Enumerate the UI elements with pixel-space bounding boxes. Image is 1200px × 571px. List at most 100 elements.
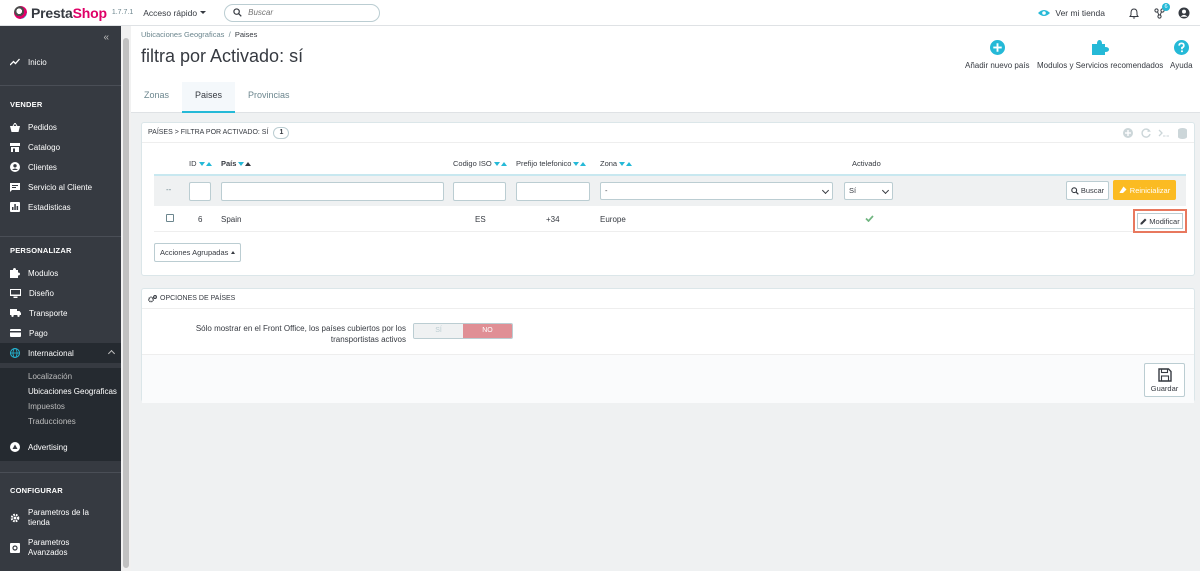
add-icon[interactable] [1122,127,1134,139]
view-store-label: Ver mi tienda [1055,8,1105,18]
globe-icon [10,348,20,358]
orders-notifications-button[interactable]: 6 [1151,3,1170,21]
employee-account-button[interactable] [1176,5,1192,21]
quick-access-label: Acceso rápido [143,7,198,18]
sidebar-item-label: Pago [29,328,48,338]
recommended-modules-button[interactable]: Modulos y Servicios recomendados [1037,40,1163,70]
add-country-button[interactable]: Añadir nuevo país [965,40,1030,70]
sidebar-item-parametros-tienda[interactable]: Parametros de la tienda [0,507,121,529]
breadcrumb-parent[interactable]: Ubicaciones Geograficas [141,30,224,39]
country-options-panel: OPCIONES DE PAÍSES Sólo mostrar en el Fr… [141,288,1195,403]
bulk-actions-button[interactable]: Acciones Agrupadas [154,243,242,262]
chevron-down-icon [821,186,830,195]
sidebar-item-estadisticas[interactable]: Estadisticas [0,197,121,217]
add-circle-icon [989,40,1005,55]
filter-prefix-input[interactable] [516,182,590,201]
quick-access-dropdown[interactable]: Acceso rápido [143,7,207,18]
sidebar-item-transporte[interactable]: Transporte [0,303,121,323]
sidebar-item-advertising[interactable]: Advertising [0,437,121,457]
sidebar-item-modulos[interactable]: Modulos [0,263,121,283]
filter-zone-select[interactable]: - [600,182,833,200]
pencil-icon [1140,218,1147,224]
reset-filter-button[interactable]: Reinicializar [1113,180,1176,200]
bell-icon [1129,7,1139,19]
sort-arrows-icon[interactable] [573,161,587,166]
eraser-icon [1119,186,1127,193]
column-header-prefix[interactable]: Prefijo telefonico [516,159,587,168]
sidebar-item-label: Inicio [28,57,47,67]
filter-active-select[interactable]: Sí [844,182,893,200]
save-button[interactable]: Guardar [1144,363,1185,397]
sidebar-item-label: Modulos [28,268,59,278]
help-button[interactable]: Ayuda [1170,40,1193,70]
search-box[interactable] [224,3,381,22]
switch-yes-option[interactable]: SÍ [414,324,463,338]
sidebar-item-servicio-cliente[interactable]: Servicio al Cliente [0,177,121,197]
submenu-item-localizacion[interactable]: Localización [28,372,72,381]
help-circle-icon [1173,40,1189,55]
sort-arrows-icon[interactable] [238,161,252,166]
panel-toolbar [1116,127,1188,139]
search-button[interactable]: Buscar [1066,181,1109,200]
page-header: Ubicaciones Geograficas / Paises filtra … [131,26,1200,113]
sidebar-item-diseno[interactable]: Diseño [0,283,121,303]
covered-countries-switch[interactable]: SÍ NO [413,323,513,339]
sidebar-item-parametros-avanzados[interactable]: Parametros Avanzados [0,537,121,559]
sidebar-item-inicio[interactable]: Inicio [0,52,121,72]
credit-card-icon [10,329,21,337]
reset-button-label: Reinicializar [1129,185,1171,195]
sort-arrows-icon[interactable] [493,161,507,166]
notifications-button[interactable] [1126,5,1142,21]
column-header-pais[interactable]: País [221,159,252,168]
submenu-item-ubicaciones[interactable]: Ubicaciones Geograficas [28,387,117,396]
add-country-label: Añadir nuevo país [965,61,1030,70]
zone-select-value: - [605,186,608,195]
submenu-item-impuestos[interactable]: Impuestos [28,402,65,411]
sidebar-item-clientes[interactable]: Clientes [0,157,121,177]
prestashop-logo[interactable]: PrestaShop 1.7.7.1 [14,5,133,21]
filter-country-input[interactable] [221,182,444,201]
scrollbar-thumb[interactable] [123,38,129,568]
column-label: ID [189,159,197,168]
sidebar-item-label: Parametros Avanzados [28,538,70,557]
refresh-icon[interactable] [1140,127,1152,139]
database-icon[interactable] [1176,127,1188,139]
sidebar-item-pago[interactable]: Pago [0,323,121,343]
filter-iso-input[interactable] [453,182,506,201]
caret-down-icon [200,11,207,14]
edit-button-highlight[interactable]: Modificar [1133,209,1187,233]
sidebar-item-pedidos[interactable]: Pedidos [0,117,121,137]
sidebar-item-label: Servicio al Cliente [28,182,93,192]
search-input[interactable] [248,8,359,17]
filter-id-input[interactable] [189,182,211,201]
sql-terminal-icon[interactable] [1158,127,1170,139]
sidebar-item-catalogo[interactable]: Catalogo [0,137,121,157]
sort-arrows-icon[interactable] [198,161,212,166]
page-tabs: Zonas Paises Provincias [131,82,303,113]
switch-no-option[interactable]: NO [463,324,512,338]
sidebar-scrollbar[interactable] [121,26,131,571]
column-header-iso[interactable]: Codigo ISO [453,159,507,168]
cell-country: Spain [221,215,242,224]
column-header-id[interactable]: ID [189,159,212,168]
sidebar-item-label: Parametros de la tienda [28,508,89,527]
row-checkbox[interactable] [166,214,174,222]
view-store-link[interactable]: Ver mi tienda [1038,8,1105,18]
sidebar-divider [0,236,121,237]
sort-arrows-icon[interactable] [619,161,633,166]
submenu-item-traducciones[interactable]: Traducciones [28,417,76,426]
tab-zonas[interactable]: Zonas [131,82,182,113]
tab-provincias[interactable]: Provincias [235,82,303,113]
active-check-icon[interactable] [865,215,874,224]
edit-button[interactable]: Modificar [1137,213,1183,229]
bulk-actions-label: Acciones Agrupadas [160,248,229,257]
collapse-sidebar-icon[interactable]: « [103,32,109,43]
shopping-basket-icon [10,122,20,132]
eye-icon [1038,10,1051,16]
tab-paises[interactable]: Paises [182,82,236,113]
column-header-zona[interactable]: Zona [600,159,633,168]
help-label: Ayuda [1170,61,1193,70]
filter-row-marker: -- [166,185,172,194]
sidebar-item-internacional[interactable]: Internacional [0,343,121,363]
edit-button-label: Modificar [1149,216,1180,226]
